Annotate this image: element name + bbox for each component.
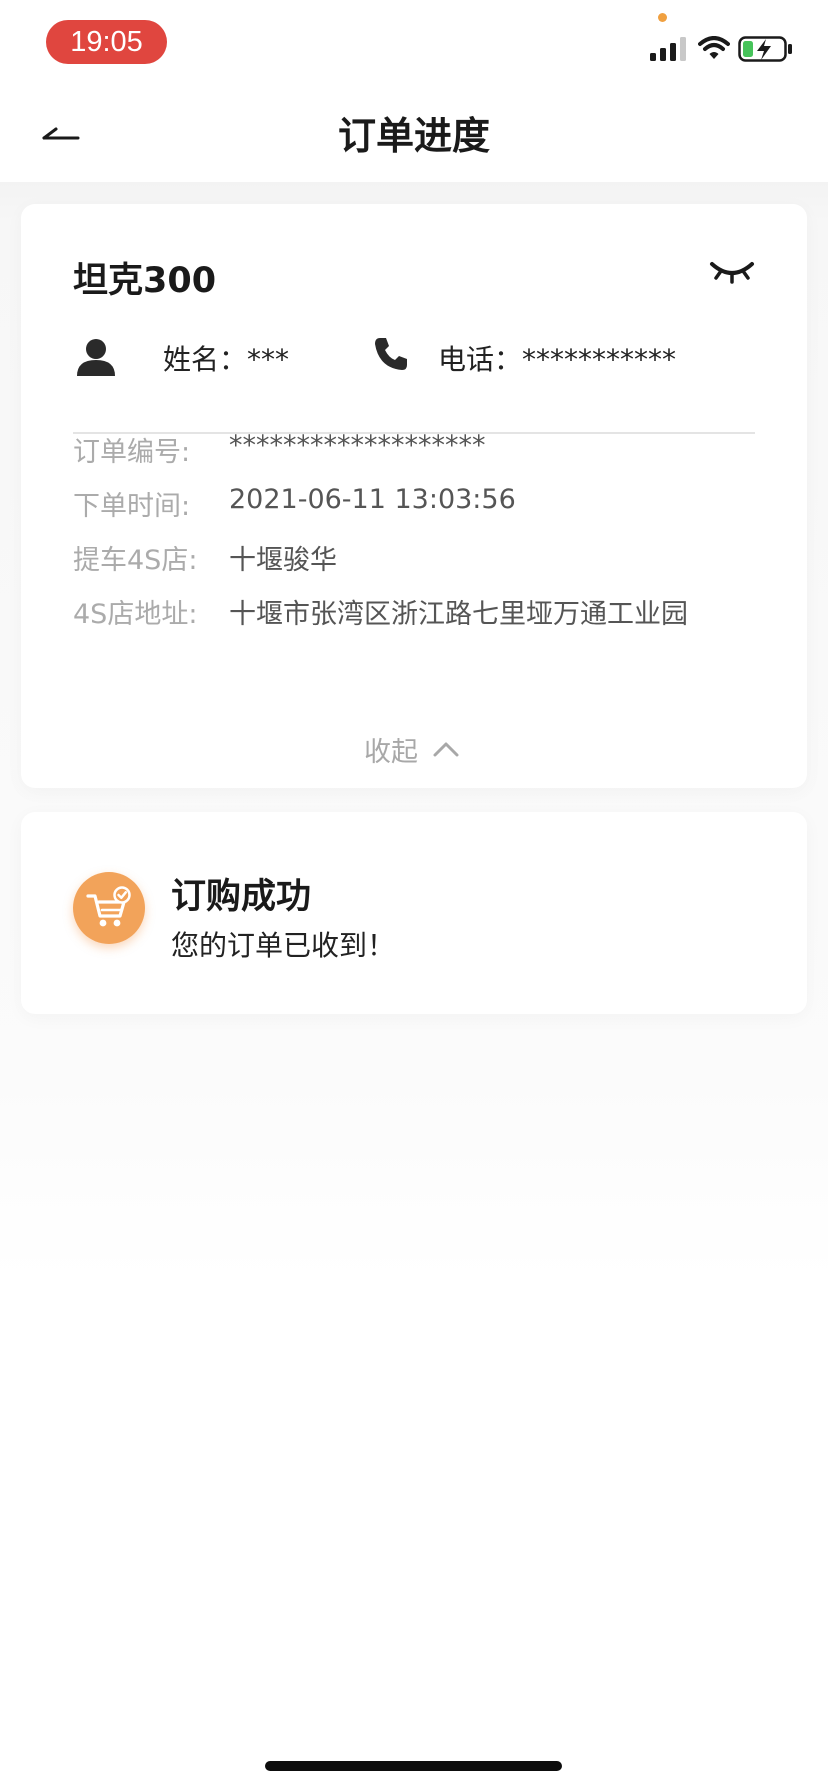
detail-value: 十堰骏华: [229, 545, 337, 576]
cart-badge: [73, 872, 145, 944]
wifi-icon: [698, 36, 730, 59]
eye-closed-icon: [710, 262, 754, 284]
detail-value: 十堰市张湾区浙江路七里垭万通工业园: [229, 599, 688, 630]
customer-phone: 电话：***********: [438, 343, 677, 376]
detail-label: 4S店地址:: [73, 599, 198, 630]
cart-check-icon: [86, 886, 131, 927]
status-subtitle: 您的订单已收到！: [171, 929, 396, 962]
detail-label: 订单编号:: [73, 437, 191, 468]
contact-row: 姓名：*** 电话：***********: [73, 334, 763, 382]
detail-label: 下单时间:: [73, 491, 191, 522]
battery-charging-icon: [738, 36, 792, 62]
detail-row-dealer: 提车4S店: 十堰骏华: [73, 538, 773, 578]
back-arrow-icon: [42, 127, 80, 140]
privacy-indicator-dot: [658, 13, 667, 22]
order-status-card: 订购成功 您的订单已收到！: [21, 812, 807, 1014]
customer-name: 姓名：***: [163, 343, 290, 376]
cellular-signal-icon: [650, 37, 686, 61]
page-title: 订单进度: [337, 114, 490, 158]
back-button[interactable]: [40, 118, 84, 154]
chevron-up-icon: [433, 742, 459, 757]
detail-value: *******************: [229, 430, 486, 461]
order-info-card: 坦克300 姓名：*** 电话：*********** 订单编号: ******…: [21, 204, 807, 788]
detail-label: 提车4S店:: [73, 545, 198, 576]
home-indicator[interactable]: [265, 1761, 562, 1771]
phone-icon: [375, 338, 407, 370]
detail-row-dealer-address: 4S店地址: 十堰市张湾区浙江路七里垭万通工业园: [73, 592, 773, 632]
page-body: 坦克300 姓名：*** 电话：*********** 订单编号: ******…: [0, 182, 828, 1792]
status-time: 19:05: [46, 20, 167, 64]
collapse-button[interactable]: 收起: [364, 730, 494, 770]
status-bar: 19:05: [0, 0, 828, 90]
collapse-label: 收起: [364, 737, 418, 768]
visibility-toggle-button[interactable]: [709, 256, 755, 288]
detail-row-order-number: 订单编号: *******************: [73, 430, 773, 470]
nav-bar: 订单进度: [0, 90, 828, 182]
car-name: 坦克300: [73, 261, 217, 301]
detail-value: 2021-06-11 13:03:56: [229, 484, 516, 515]
status-title: 订购成功: [171, 877, 312, 917]
person-icon: [77, 339, 115, 376]
detail-row-order-time: 下单时间: 2021-06-11 13:03:56: [73, 484, 773, 524]
